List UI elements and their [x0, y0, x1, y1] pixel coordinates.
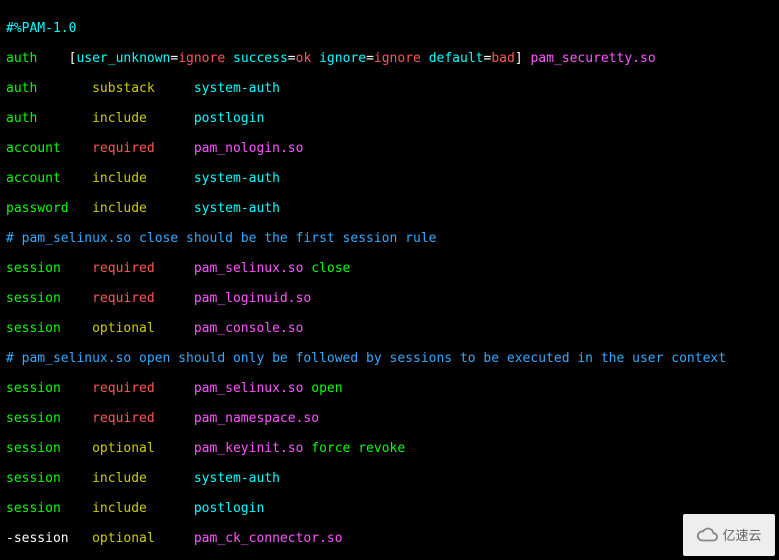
watermark-label: 亿速云: [722, 528, 761, 543]
pam-line: password include system-auth: [6, 201, 773, 216]
pam-line: -session optional pam_ck_connector.so: [6, 531, 773, 546]
pam-comment: # pam_selinux.so close should be the fir…: [6, 231, 773, 246]
pam-line: session required pam_selinux.so open: [6, 381, 773, 396]
pam-line: session optional pam_keyinit.so force re…: [6, 441, 773, 456]
pam-line: session include system-auth: [6, 471, 773, 486]
pam-shebang: #%PAM-1.0: [6, 21, 773, 36]
pam-line: session include postlogin: [6, 501, 773, 516]
cloud-icon: [696, 524, 718, 546]
pam-line: session required pam_selinux.so close: [6, 261, 773, 276]
pam-line: account required pam_nologin.so: [6, 141, 773, 156]
watermark-badge: 亿速云: [683, 514, 775, 556]
pam-line: session required pam_loginuid.so: [6, 291, 773, 306]
pam-line: auth include postlogin: [6, 111, 773, 126]
pam-line: session required pam_namespace.so: [6, 411, 773, 426]
pam-line-auth-securetty: auth [user_unknown=ignore success=ok ign…: [6, 51, 773, 66]
pam-line: account include system-auth: [6, 171, 773, 186]
terminal-viewport[interactable]: #%PAM-1.0 auth [user_unknown=ignore succ…: [0, 0, 779, 560]
pam-line: session optional pam_console.so: [6, 321, 773, 336]
pam-comment: # pam_selinux.so open should only be fol…: [6, 351, 773, 366]
pam-line: auth substack system-auth: [6, 81, 773, 96]
